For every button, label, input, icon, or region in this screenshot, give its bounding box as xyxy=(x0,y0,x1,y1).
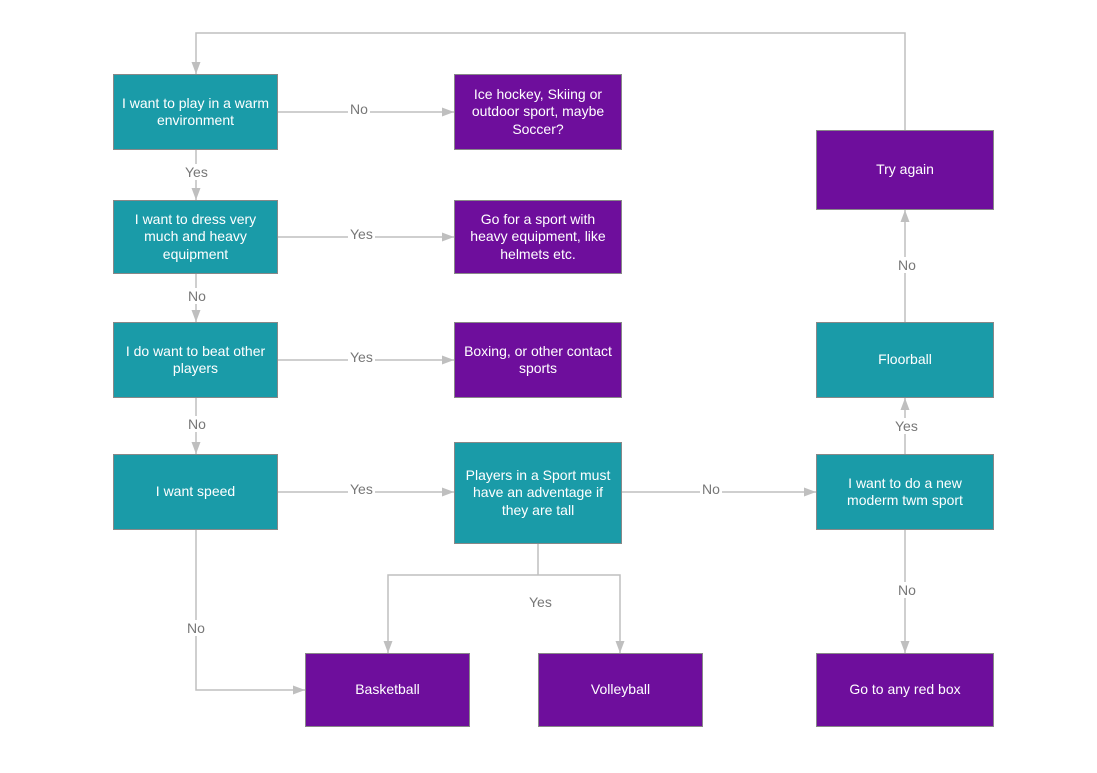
edge-label-yes: Yes xyxy=(348,226,375,242)
text: Basketball xyxy=(355,681,420,699)
edge-label-no: No xyxy=(186,288,208,304)
edge-label-no: No xyxy=(896,582,918,598)
text: I want to do a new moderm twm sport xyxy=(823,475,987,510)
node-red-box: Go to any red box xyxy=(816,653,994,727)
text: Go for a sport with heavy equipment, lik… xyxy=(461,211,615,264)
edge-label-yes: Yes xyxy=(348,349,375,365)
text: Players in a Sport must have an adventag… xyxy=(461,467,615,520)
edge-label-yes: Yes xyxy=(893,418,920,434)
edge-label-no: No xyxy=(700,481,722,497)
node-try-again: Try again xyxy=(816,130,994,210)
text: Go to any red box xyxy=(849,681,960,699)
text: Volleyball xyxy=(591,681,650,699)
node-ice-hockey: Ice hockey, Skiing or outdoor sport, may… xyxy=(454,74,622,150)
edge-label-no: No xyxy=(186,416,208,432)
edge-label-no: No xyxy=(348,101,370,117)
node-modern-sport: I want to do a new moderm twm sport xyxy=(816,454,994,530)
node-basketball: Basketball xyxy=(305,653,470,727)
node-speed: I want speed xyxy=(113,454,278,530)
node-heavy-equipment: Go for a sport with heavy equipment, lik… xyxy=(454,200,622,274)
node-warm-environment: I want to play in a warm environment xyxy=(113,74,278,150)
text: Boxing, or other contact sports xyxy=(461,343,615,378)
edge-label-no: No xyxy=(896,257,918,273)
node-beat-players: I do want to beat other players xyxy=(113,322,278,398)
text: I want to dress very much and heavy equi… xyxy=(120,211,271,264)
text: Try again xyxy=(876,161,934,179)
node-boxing: Boxing, or other contact sports xyxy=(454,322,622,398)
edge-label-yes: Yes xyxy=(527,594,554,610)
text: I do want to beat other players xyxy=(120,343,271,378)
text: Ice hockey, Skiing or outdoor sport, may… xyxy=(461,86,615,139)
text: I want to play in a warm environment xyxy=(120,95,271,130)
node-dress-equipment: I want to dress very much and heavy equi… xyxy=(113,200,278,274)
node-tall-advantage: Players in a Sport must have an adventag… xyxy=(454,442,622,544)
node-volleyball: Volleyball xyxy=(538,653,703,727)
edge-label-yes: Yes xyxy=(348,481,375,497)
text: I want speed xyxy=(156,483,235,501)
edge-label-no: No xyxy=(185,620,207,636)
edge-label-yes: Yes xyxy=(183,164,210,180)
node-floorball: Floorball xyxy=(816,322,994,398)
text: Floorball xyxy=(878,351,932,369)
